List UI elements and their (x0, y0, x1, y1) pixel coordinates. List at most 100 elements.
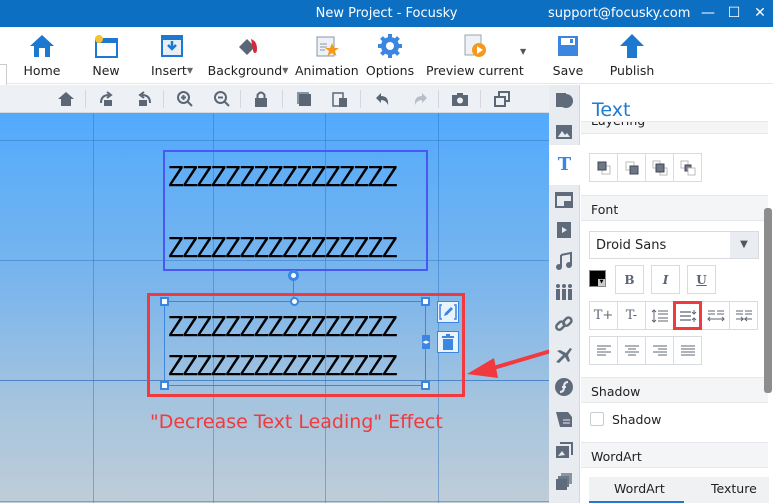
background-button[interactable]: Background▼ (206, 27, 290, 83)
width-handle[interactable]: ◂▸ (422, 335, 430, 349)
tab-texture[interactable]: Texture (711, 481, 757, 496)
redo-icon[interactable] (411, 90, 429, 108)
subtitle-icon[interactable] (554, 409, 574, 429)
canvas[interactable]: ZZZZZZZZZZZZZZZZ ZZZZZZZZZZZZZZZZ ◂▸ ZZZ… (0, 113, 549, 503)
publish-button[interactable]: Publish (606, 27, 658, 83)
people-icon[interactable] (554, 282, 574, 302)
panel-scrollbar[interactable] (764, 208, 772, 393)
trash-icon (442, 334, 454, 350)
wordart-tabs: WordArt Texture (589, 477, 769, 503)
background-label: Background▼ (207, 63, 289, 78)
save-icon (558, 36, 578, 56)
underline-button[interactable]: U (687, 265, 716, 294)
justify-icon (680, 345, 695, 355)
edit-icon (439, 304, 457, 320)
preview-dropdown-arrow[interactable]: ▼ (520, 47, 526, 56)
airplane-icon[interactable] (554, 345, 574, 365)
text-line: ZZZZZZZZZZZZZZZZ (167, 310, 398, 343)
text-line: ZZZZZZZZZZZZZZZZ (167, 160, 398, 193)
text-spacing-buttons: T+ T- (589, 301, 758, 330)
media-icon[interactable] (554, 440, 574, 460)
preview-current-label: Preview current (426, 63, 524, 78)
window-icon[interactable] (493, 90, 511, 108)
resize-handle-tr[interactable] (421, 297, 430, 306)
image-icon[interactable] (554, 122, 574, 142)
zoom-out-icon[interactable] (213, 90, 231, 108)
bring-to-front-button[interactable] (589, 153, 618, 182)
camera-icon[interactable] (451, 90, 469, 108)
section-font[interactable]: Font (581, 195, 768, 221)
send-to-back-button[interactable] (617, 153, 646, 182)
section-layering[interactable]: Layering (581, 121, 768, 134)
frame-icon[interactable] (554, 190, 574, 210)
preview-icon (464, 34, 486, 57)
home-button[interactable]: Home (18, 27, 66, 83)
align-center-button[interactable] (617, 336, 646, 365)
font-family-select[interactable]: Droid Sans ▼ (589, 231, 759, 259)
layers-icon[interactable] (554, 471, 574, 491)
flash-icon[interactable] (554, 377, 574, 397)
bring-forward-button[interactable] (645, 153, 674, 182)
text-tab-icon[interactable]: T (549, 145, 580, 185)
title-bar: New Project - Focusky support@focusky.co… (0, 0, 773, 27)
italic-button[interactable]: I (651, 265, 680, 294)
text-line: ZZZZZZZZZZZZZZZZ (167, 231, 398, 264)
align-right-button[interactable] (645, 336, 674, 365)
rotate-right-icon[interactable] (98, 90, 116, 108)
preview-current-button[interactable]: Preview current (426, 27, 524, 83)
copy-icon[interactable] (295, 90, 313, 108)
home-label: Home (23, 63, 61, 78)
increase-letter-spacing-button[interactable] (701, 301, 730, 330)
font-color-picker[interactable]: ▼ (589, 270, 606, 287)
insert-icon (161, 35, 183, 57)
save-button[interactable]: Save (548, 27, 588, 83)
home-view-icon[interactable] (57, 90, 75, 108)
insert-button[interactable]: Insert▼ (146, 27, 198, 83)
close-button[interactable]: ✕ (750, 4, 770, 22)
decrease-letter-spacing-button[interactable] (729, 301, 758, 330)
lock-icon[interactable] (252, 90, 270, 108)
options-label: Options (365, 63, 415, 78)
publish-label: Publish (609, 63, 655, 78)
resize-handle-bl[interactable] (160, 381, 169, 390)
section-shadow[interactable]: Shadow (581, 377, 768, 403)
animation-button[interactable]: Animation (295, 27, 359, 83)
top-center-handle[interactable] (290, 297, 299, 306)
delete-button[interactable] (437, 331, 459, 353)
undo-icon[interactable] (374, 90, 392, 108)
music-icon[interactable] (554, 251, 574, 271)
send-backward-button[interactable] (673, 153, 702, 182)
publish-icon (620, 34, 644, 58)
chevron-down-icon[interactable]: ▼ (730, 232, 758, 258)
rotate-left-icon[interactable] (136, 90, 154, 108)
bold-button[interactable]: B (615, 265, 644, 294)
resize-handle-tl[interactable] (160, 297, 169, 306)
account-email[interactable]: support@focusky.com (548, 6, 690, 21)
paste-icon[interactable] (331, 90, 349, 108)
align-left-button[interactable] (589, 336, 618, 365)
decrease-leading-button[interactable] (673, 301, 702, 330)
increase-leading-button[interactable] (645, 301, 674, 330)
bring-front-icon (597, 161, 610, 174)
section-wordart[interactable]: WordArt (581, 442, 768, 468)
edit-text-button[interactable] (437, 301, 459, 323)
justify-button[interactable] (673, 336, 702, 365)
increase-font-size-button[interactable]: T+ (589, 301, 618, 330)
decrease-font-size-button[interactable]: T- (617, 301, 646, 330)
resize-handle-br[interactable] (421, 381, 430, 390)
minimize-button[interactable]: — (698, 4, 718, 22)
options-button[interactable]: Options (364, 27, 416, 83)
panel-icon-bar: T (549, 85, 580, 503)
rotate-handle[interactable] (288, 270, 299, 281)
shape-icon[interactable] (554, 91, 574, 111)
new-button[interactable]: New (84, 27, 128, 83)
shadow-checkbox[interactable] (590, 412, 604, 426)
tab-wordart[interactable]: WordArt (614, 481, 665, 496)
video-icon[interactable] (554, 220, 574, 240)
zoom-in-icon[interactable] (176, 90, 194, 108)
new-icon (95, 35, 118, 58)
maximize-button[interactable]: ☐ (724, 4, 744, 22)
save-label: Save (552, 63, 584, 78)
link-icon[interactable] (554, 314, 574, 334)
animation-label: Animation (295, 63, 359, 78)
